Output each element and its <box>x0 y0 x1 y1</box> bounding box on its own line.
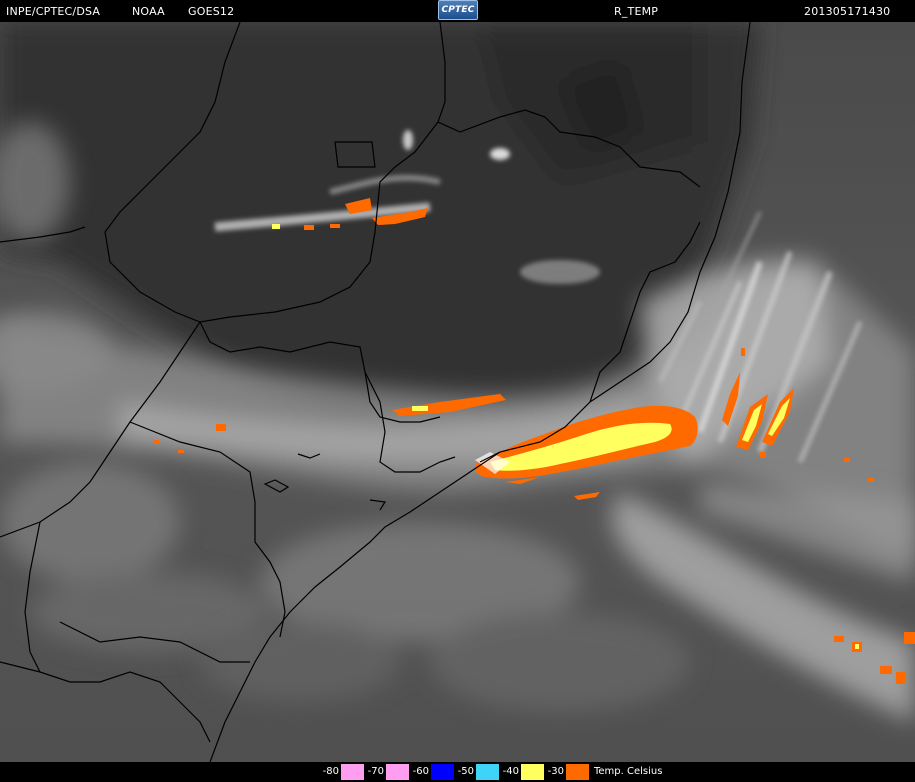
legend-label: -50 <box>454 764 476 780</box>
legend-item: -80 <box>319 764 364 780</box>
legend-label: -30 <box>544 764 566 780</box>
timestamp-label: 201305171430 <box>804 5 891 18</box>
legend-label: -70 <box>364 764 386 780</box>
legend-swatch <box>431 764 454 780</box>
legend-item: -70 <box>364 764 409 780</box>
legend-swatch <box>341 764 364 780</box>
image-header: INPE/CPTEC/DSA NOAA GOES12 CPTEC R_TEMP … <box>0 0 915 22</box>
legend-unit: Temp. Celsius <box>594 766 663 777</box>
agency-label: NOAA <box>132 5 165 18</box>
legend-swatch <box>566 764 589 780</box>
temperature-legend: -80 -70 -60 -50 -40 -30 Temp. Celsius <box>319 764 662 780</box>
legend-label: -80 <box>319 764 341 780</box>
infrared-image-render <box>0 22 915 762</box>
institution-label: INPE/CPTEC/DSA <box>6 5 101 18</box>
legend-label: -40 <box>499 764 521 780</box>
satellite-image <box>0 22 915 762</box>
legend-swatch <box>521 764 544 780</box>
legend-label: -60 <box>409 764 431 780</box>
logo-text: CPTEC <box>441 5 475 15</box>
legend-item: -30 <box>544 764 589 780</box>
product-label: R_TEMP <box>614 5 659 18</box>
legend-swatch <box>386 764 409 780</box>
satellite-label: GOES12 <box>188 5 235 18</box>
legend-item: -60 <box>409 764 454 780</box>
legend-item: -40 <box>499 764 544 780</box>
legend-swatch <box>476 764 499 780</box>
cptec-logo: CPTEC <box>438 0 478 20</box>
legend-item: -50 <box>454 764 499 780</box>
legend-bar: -80 -70 -60 -50 -40 -30 Temp. Celsius <box>0 762 915 782</box>
